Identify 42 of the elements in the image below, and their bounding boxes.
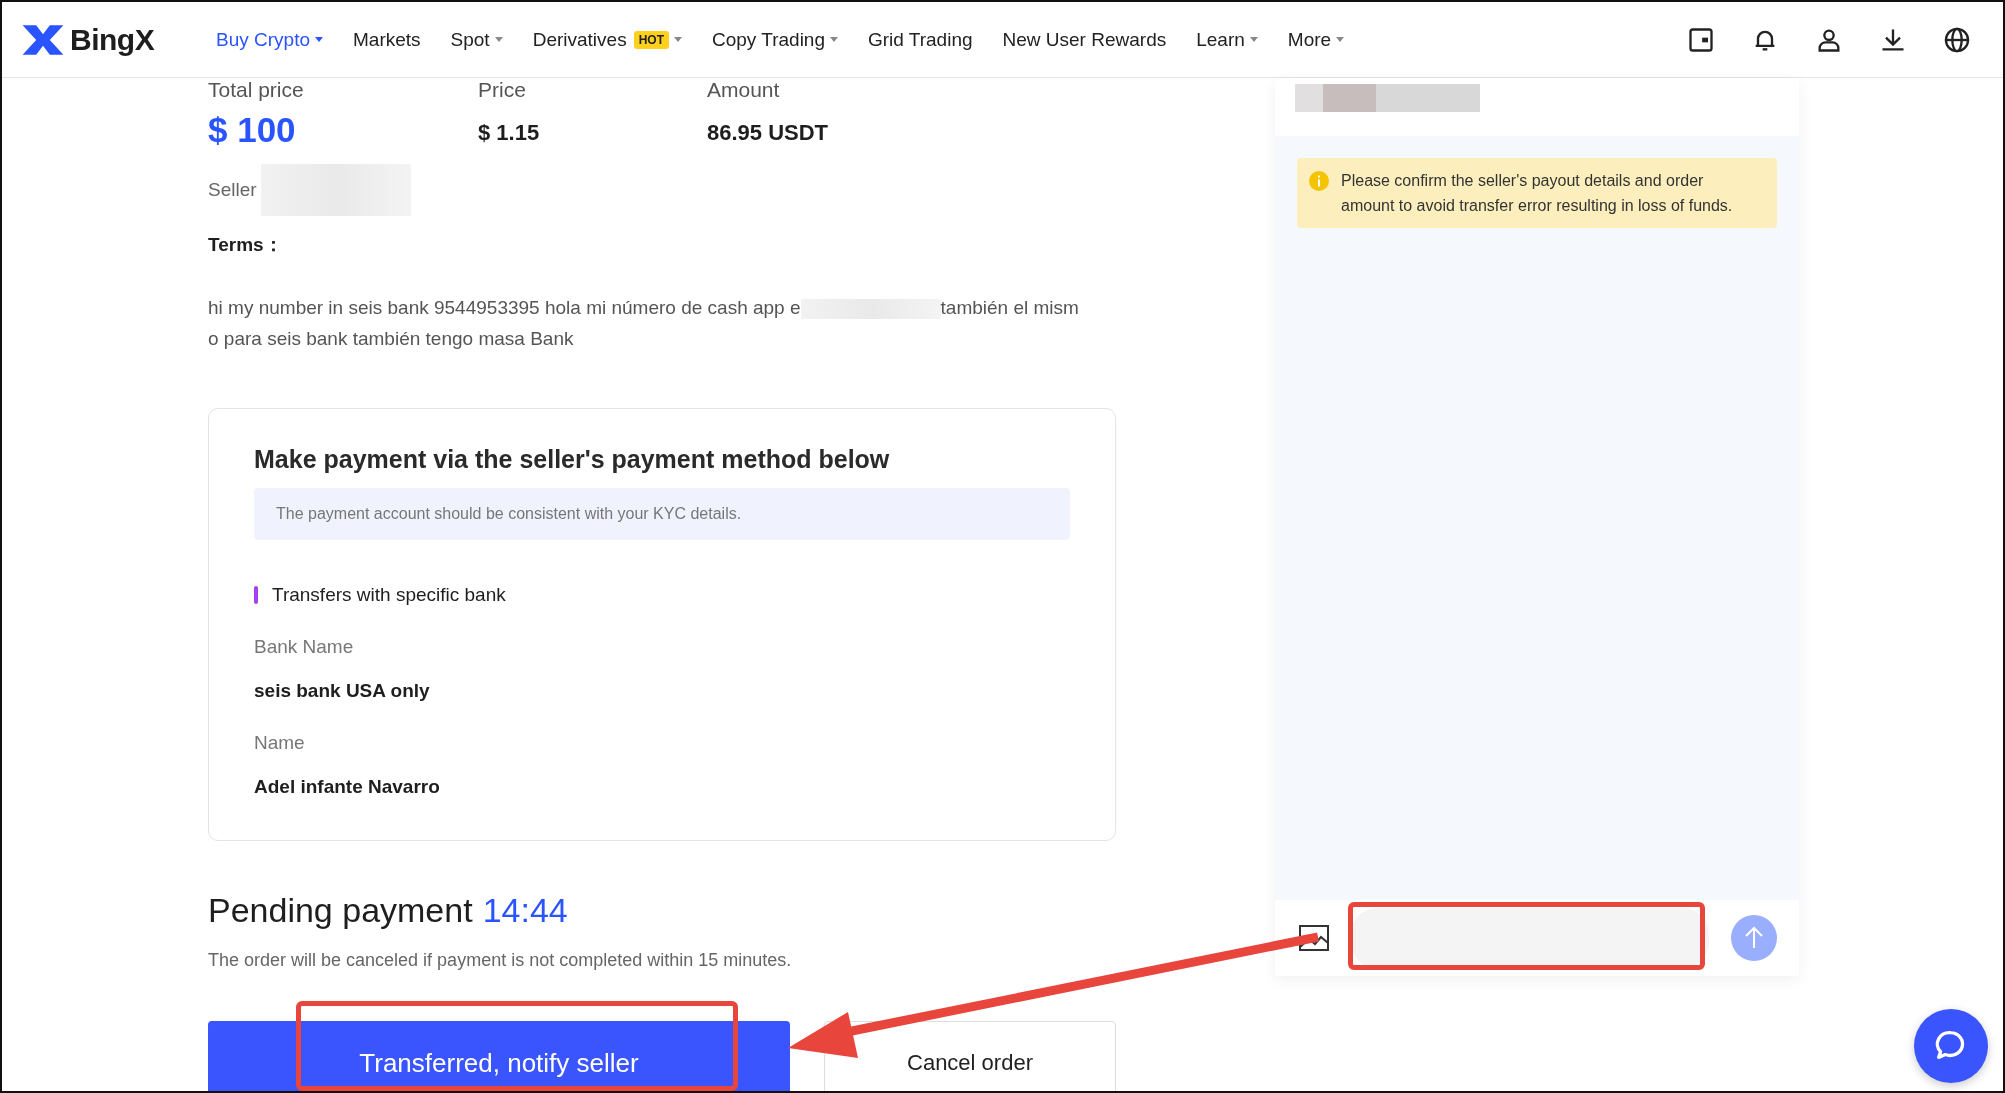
hot-badge: HOT — [633, 30, 669, 49]
card-title: Make payment via the seller's payment method below — [254, 445, 891, 474]
info-icon — [1309, 171, 1329, 191]
cancel-order-button[interactable]: Cancel order — [824, 1021, 1116, 1091]
payment-method: Transfers with specific bank — [272, 584, 506, 606]
stat-value: $ 100 — [208, 110, 297, 150]
nav-link[interactable]: Grid Trading — [868, 28, 973, 51]
nav-link[interactable]: Markets — [353, 28, 421, 51]
logo-text[interactable]: BingX — [70, 22, 155, 57]
terms-text: hi my number in seis bank 9544953395 hola mi número de cash app e — [208, 297, 801, 318]
stat-label: Price — [478, 78, 527, 102]
nav-link[interactable]: New User Rewards — [1002, 28, 1167, 51]
field-value: seis bank USA only — [254, 680, 431, 702]
nav-link[interactable]: Spot — [450, 28, 503, 51]
pending-note: The order will be canceled if payment is not completed within 15 minutes. — [208, 950, 793, 971]
countdown-timer: 14:44 — [482, 891, 568, 930]
field-value: Adel infante Navarro — [254, 776, 441, 798]
notify-seller-button[interactable]: Transferred, notify seller — [208, 1021, 790, 1091]
kyc-notice: The payment account should be consistent with your KYC details. — [254, 488, 1070, 540]
stat-label: Amount — [707, 78, 781, 102]
nav-link[interactable]: Learn — [1196, 28, 1258, 51]
pending-title: Pending payment — [208, 891, 473, 930]
terms-text: también el mism — [940, 297, 1079, 318]
field-label: Name — [254, 732, 306, 754]
nav-link[interactable]: More — [1287, 28, 1345, 51]
terms-label: Terms： — [208, 233, 284, 257]
stat-value: $ 1.15 — [478, 120, 541, 146]
chat-support-button[interactable] — [1914, 1009, 1988, 1083]
nav-link[interactable]: Buy Crypto — [216, 28, 323, 51]
nav-link[interactable]: Copy Trading — [712, 28, 838, 51]
nav-link[interactable]: Derivatives HOT — [532, 28, 682, 51]
method-marker — [254, 586, 258, 604]
logo-icon — [20, 22, 66, 57]
seller-label: Seller — [208, 179, 257, 201]
warning-text: Please confirm the seller's payout details and order amount to avoid transfer error resulting in loss of funds. — [1341, 171, 1734, 216]
globe-icon[interactable] — [1943, 25, 1971, 54]
field-label: Bank Name — [254, 636, 355, 658]
terms-text: o para seis bank también tengo masa Bank — [208, 327, 575, 351]
stat-value: 86.95 USDT — [707, 120, 829, 146]
wallet-icon[interactable] — [1687, 25, 1715, 54]
stat-label: Total price — [208, 78, 305, 102]
image-icon[interactable] — [1299, 925, 1329, 951]
